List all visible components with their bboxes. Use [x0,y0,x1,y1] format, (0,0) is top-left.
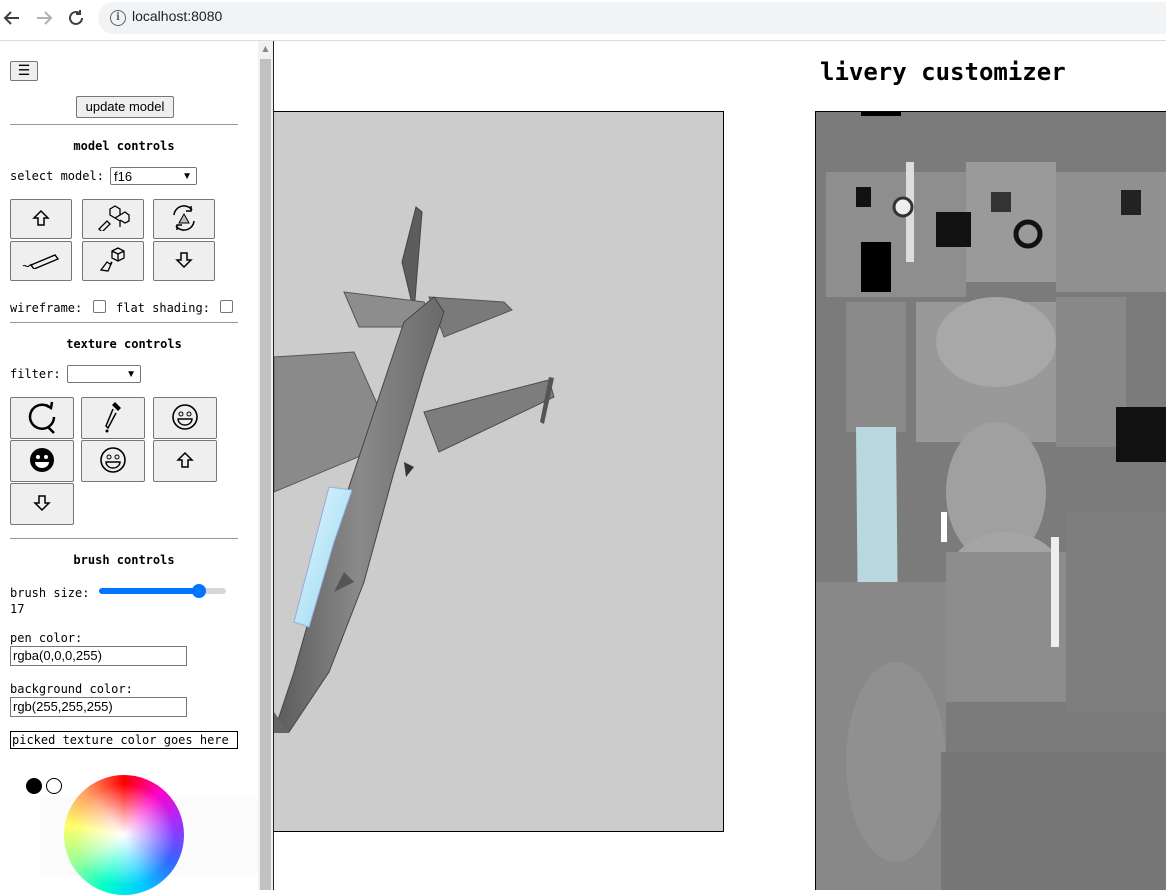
smiley-button[interactable] [153,397,217,439]
page-title: livery customizer [820,58,1066,86]
reset-texture-button[interactable] [10,397,74,439]
jet-model [274,206,555,733]
cubes-button[interactable] [82,199,144,239]
chevron-down-icon: ▼ [126,369,136,380]
model-select[interactable]: f16 ▼ [110,167,197,185]
move-up-button[interactable] [10,199,72,239]
scrollbar-thumb[interactable] [260,59,271,890]
scroll-up-arrow-icon[interactable]: ▲ [258,41,273,57]
flat-shading-label: flat shading: [116,301,210,315]
chevron-down-icon: ▼ [182,171,192,182]
address-bar[interactable]: i localhost:8080 [98,2,1166,34]
down-arrow-icon [33,494,51,515]
rotate-view-button[interactable] [153,199,215,239]
back-arrow-icon[interactable] [0,6,24,30]
reload-icon[interactable] [64,6,88,30]
menu-toggle-button[interactable]: ☰ [10,61,38,81]
smiley-outline-icon [171,403,199,434]
brush-controls-title: brush controls [73,553,175,567]
cubes-stack-icon [96,204,130,234]
background-color-input[interactable]: rgb(255,255,255) [10,697,187,717]
eyedropper-button[interactable] [81,397,145,439]
up-arrow-icon [32,209,50,230]
smiley-outline-button[interactable] [81,440,145,482]
texture-map [816,112,1166,890]
layer-down-button[interactable] [10,483,74,525]
pen-color-input[interactable]: rgba(0,0,0,255) [10,646,187,666]
draw-button[interactable] [10,241,72,281]
brush-size-label: brush size: [10,586,90,600]
reset-rotate-icon [24,399,60,438]
section-divider [10,124,238,125]
smiley-filled-icon [28,446,56,477]
model-select-value: f16 [114,169,133,184]
browser-toolbar: i localhost:8080 [0,0,1166,41]
background-color-label: background color: [10,682,133,696]
brush-size-thumb[interactable] [192,584,206,598]
up-arrow-icon [176,451,194,472]
pointer-cube-icon [98,246,128,277]
eyedropper-icon [101,400,125,437]
wireframe-label: wireframe: [10,301,83,315]
layer-up-button[interactable] [153,440,217,482]
pen-color-swatch[interactable] [26,778,42,794]
rotate-camera-icon [169,203,199,236]
down-arrow-icon [175,251,193,272]
texture-controls-title: texture controls [66,337,182,351]
color-wheel[interactable] [64,775,184,895]
model-controls-title: model controls [73,139,175,153]
wireframe-checkbox[interactable] [93,300,106,313]
sidebar: ☰ update model model controls select mod… [0,41,258,895]
select-model-label: select model: [10,169,104,183]
update-model-button[interactable]: update model [76,96,174,118]
pencil-icon [21,251,61,272]
brush-size-fill [99,588,199,594]
url-text: localhost:8080 [132,8,223,24]
pick-cube-button[interactable] [82,241,144,281]
section-divider [10,538,238,539]
smiley-outline-icon [99,446,127,477]
move-down-button[interactable] [153,241,215,281]
filter-select[interactable]: ▼ [67,365,141,383]
info-icon[interactable]: i [110,10,126,26]
flat-shading-checkbox[interactable] [220,300,233,313]
section-divider [10,322,238,323]
smiley-filled-button[interactable] [10,440,74,482]
picked-color-display: picked texture color goes here [10,731,238,749]
brush-size-slider[interactable] [99,584,226,598]
texture-canvas[interactable] [815,111,1166,890]
filter-label: filter: [10,367,61,381]
pen-color-label: pen color: [10,631,83,645]
forward-arrow-icon[interactable] [32,6,56,30]
background-color-swatch[interactable] [46,778,62,794]
sidebar-scrollbar[interactable]: ▲ [258,41,273,890]
brush-size-value: 17 [10,602,25,616]
model-viewport[interactable] [274,111,724,832]
